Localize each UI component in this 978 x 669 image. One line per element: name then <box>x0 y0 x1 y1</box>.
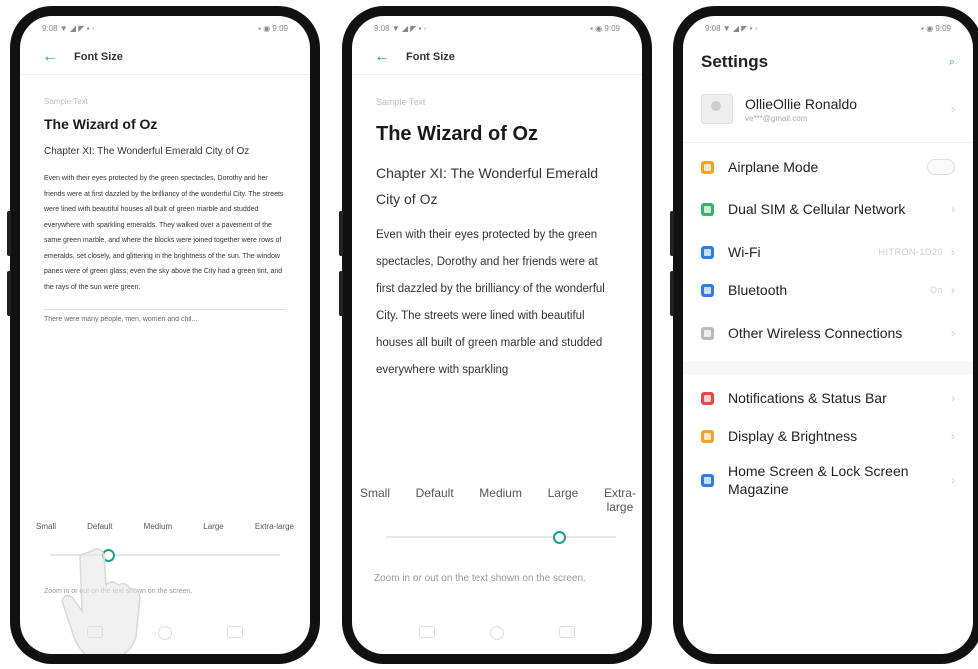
page-title: Font Size <box>406 51 455 63</box>
toolbar: ← Font Size <box>20 40 310 75</box>
page-title: Settings <box>701 52 769 71</box>
account-row[interactable]: OllieOllie Ronaldo ve***@gmail.com › <box>683 82 973 136</box>
size-default[interactable]: Default <box>87 522 112 531</box>
settings-row-label: Notifications & Status Bar <box>728 390 887 406</box>
menu-button-icon[interactable] <box>419 626 436 638</box>
phone-font-size-large: 9:08 ▼ ◢ ◤ ▪ ◦ ▪ ◉ 9:09 ← Font Size Samp… <box>339 6 652 664</box>
sample-paragraph: Even with their eyes protected by the gr… <box>44 175 284 291</box>
settings-row-other-wireless-connections[interactable]: Other Wireless Connections › <box>683 309 973 357</box>
settings-row-value: On <box>929 285 943 295</box>
status-time: 9:08 ▼ ◢ ◤ ▪ ◦ <box>374 23 427 33</box>
status-right: ▪ ◉ 9:09 <box>590 23 620 33</box>
sample-label: Sample Text <box>44 97 88 106</box>
chevron-right-icon: › <box>951 473 955 487</box>
display-brightness-icon <box>701 429 714 443</box>
toolbar: ← Font Size <box>352 40 642 75</box>
chapter-title: Chapter XI: The Wonderful Emerald City o… <box>44 146 250 157</box>
sample-paragraph: Even with their eyes protected by the gr… <box>376 229 605 376</box>
bluetooth-icon <box>701 283 714 297</box>
phone-font-size-default: 9:08 ▼ ◢ ◤ ▪ ◦ ▪ ◉ 9:09 ← Font Size Samp… <box>7 6 320 664</box>
menu-button-icon[interactable] <box>87 626 104 638</box>
size-default[interactable]: Default <box>416 486 454 514</box>
status-right: ▪ ◉ 9:09 <box>921 23 951 33</box>
settings-row-home-screen-lock-screen-magazine[interactable]: Home Screen & Lock Screen Magazine › <box>683 455 973 505</box>
home-screen-lock-screen-magazine-icon <box>701 473 714 487</box>
size-small[interactable]: Small <box>36 522 56 531</box>
back-button-icon[interactable] <box>558 626 575 638</box>
settings-row-dual-sim-cellular-network[interactable]: Dual SIM & Cellular Network › <box>683 185 973 233</box>
sample-label: Sample Text <box>376 97 426 107</box>
airplane-mode-toggle[interactable] <box>927 159 955 175</box>
book-title: The Wizard of Oz <box>44 116 158 132</box>
status-bar: 9:08 ▼ ◢ ◤ ▪ ◦ ▪ ◉ 9:09 <box>683 16 973 40</box>
nav-buttons <box>20 626 310 640</box>
dual-sim-cellular-network-icon <box>701 202 714 216</box>
divider <box>683 142 973 143</box>
settings-row-label: Home Screen & Lock Screen Magazine <box>728 463 909 497</box>
status-right: ▪ ◉ 9:09 <box>258 23 288 33</box>
settings-row-display-brightness[interactable]: Display & Brightness › <box>683 417 973 455</box>
phone-settings: 9:08 ▼ ◢ ◤ ▪ ◦ ▪ ◉ 9:09 Settings ⌕ Ollie… <box>670 6 978 664</box>
settings-row-label: Wi-Fi <box>728 244 761 260</box>
chevron-right-icon: › <box>951 245 955 259</box>
settings-row-label: Display & Brightness <box>728 428 858 444</box>
status-time: 9:08 ▼ ◢ ◤ ▪ ◦ <box>705 23 758 33</box>
status-time: 9:08 ▼ ◢ ◤ ▪ ◦ <box>42 23 95 33</box>
home-button-icon[interactable] <box>157 626 172 640</box>
notifications-status-bar-icon <box>701 391 714 405</box>
book-title: The Wizard of Oz <box>376 123 539 145</box>
wi-fi-icon <box>701 245 714 259</box>
font-size-slider[interactable] <box>386 531 616 544</box>
airplane-mode-icon <box>701 160 714 174</box>
hint-text: Zoom in or out on the text shown on the … <box>374 573 586 584</box>
nav-buttons <box>352 626 642 640</box>
slider-thumb[interactable] <box>552 531 566 544</box>
settings-list: Airplane Mode Dual SIM & Cellular Network… <box>683 149 973 505</box>
avatar <box>701 94 733 124</box>
chevron-right-icon: › <box>951 391 955 405</box>
account-email: ve***@gmail.com <box>745 113 808 123</box>
screen: 9:08 ▼ ◢ ◤ ▪ ◦ ▪ ◉ 9:09 Settings ⌕ Ollie… <box>683 16 973 654</box>
home-button-icon[interactable] <box>489 626 504 640</box>
settings-row-label: Dual SIM & Cellular Network <box>728 201 906 217</box>
size-medium[interactable]: Medium <box>144 522 172 531</box>
settings-row-label: Airplane Mode <box>728 159 819 175</box>
chevron-right-icon: › <box>951 202 955 216</box>
size-options: Small Default Medium Large Extra- large <box>352 486 642 514</box>
chevron-right-icon: › <box>951 429 955 443</box>
chevron-right-icon: › <box>951 102 955 116</box>
screen: 9:08 ▼ ◢ ◤ ▪ ◦ ▪ ◉ 9:09 ← Font Size Samp… <box>20 16 310 654</box>
size-small[interactable]: Small <box>360 486 390 514</box>
settings-row-bluetooth[interactable]: Bluetooth On › <box>683 271 973 309</box>
size-extra-large[interactable]: Extra- large <box>604 486 636 514</box>
status-bar: 9:08 ▼ ◢ ◤ ▪ ◦ ▪ ◉ 9:09 <box>20 16 310 40</box>
back-arrow-icon[interactable]: ← <box>42 48 58 66</box>
settings-row-value: HITRON-1D20 <box>878 247 943 257</box>
search-icon[interactable]: ⌕ <box>949 56 955 69</box>
settings-row-label: Other Wireless Connections <box>728 325 903 341</box>
chevron-right-icon: › <box>951 283 955 297</box>
chapter-title: Chapter XI: The Wonderful Emerald City o… <box>376 165 599 207</box>
size-extra-large[interactable]: Extra-large <box>255 522 294 531</box>
settings-row-label: Bluetooth <box>728 282 788 298</box>
settings-row-airplane-mode[interactable]: Airplane Mode <box>683 149 973 185</box>
status-bar: 9:08 ▼ ◢ ◤ ▪ ◦ ▪ ◉ 9:09 <box>352 16 642 40</box>
sample-paragraph-next: There were many people, men, women and c… <box>44 316 198 323</box>
page-title: Font Size <box>74 51 123 63</box>
settings-header: Settings ⌕ <box>683 40 973 82</box>
settings-row-notifications-status-bar[interactable]: Notifications & Status Bar › <box>683 379 973 417</box>
back-arrow-icon[interactable]: ← <box>374 48 390 66</box>
screen: 9:08 ▼ ◢ ◤ ▪ ◦ ▪ ◉ 9:09 ← Font Size Samp… <box>352 16 642 654</box>
size-options: Small Default Medium Large Extra-large <box>20 522 310 531</box>
divider <box>44 309 286 310</box>
size-large[interactable]: Large <box>203 522 223 531</box>
other-wireless-connections-icon <box>701 326 714 340</box>
settings-row-wi-fi[interactable]: Wi-Fi HITRON-1D20 › <box>683 233 973 271</box>
chevron-right-icon: › <box>951 326 955 340</box>
size-large[interactable]: Large <box>548 486 579 514</box>
section-gap <box>683 361 973 375</box>
back-button-icon[interactable] <box>226 626 243 638</box>
account-name: OllieOllie Ronaldo <box>745 95 858 112</box>
size-medium[interactable]: Medium <box>479 486 522 514</box>
